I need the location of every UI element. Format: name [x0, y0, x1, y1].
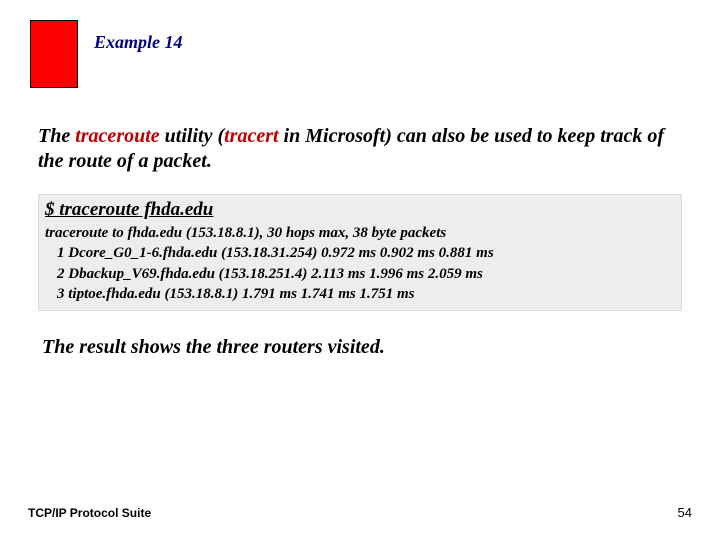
result-paragraph: The result shows the three routers visit… — [42, 336, 682, 359]
command-output-block: $ traceroute fhda.edu traceroute to fhda… — [38, 194, 682, 311]
hop-row: 3 tiptoe.fhda.edu (153.18.8.1) 1.791 ms … — [45, 284, 675, 304]
page-number: 54 — [678, 505, 692, 520]
output-header: traceroute to fhda.edu (153.18.8.1), 30 … — [45, 225, 446, 241]
command-output: traceroute to fhda.edu (153.18.8.1), 30 … — [45, 223, 675, 304]
intro-pre: The — [38, 125, 75, 147]
command-line: $ traceroute fhda.edu — [45, 199, 675, 221]
hop-row: 2 Dbackup_V69.fhda.edu (153.18.251.4) 2.… — [45, 264, 675, 284]
footer-title: TCP/IP Protocol Suite — [28, 506, 151, 520]
example-label: Example 14 — [94, 32, 183, 53]
slide-color-block — [30, 20, 78, 88]
hop-row: 1 Dcore_G0_1-6.fhda.edu (153.18.31.254) … — [45, 243, 675, 263]
intro-mid1: utility ( — [160, 125, 224, 147]
traceroute-keyword: traceroute — [75, 125, 159, 147]
intro-paragraph: The traceroute utility (tracert in Micro… — [38, 124, 678, 174]
tracert-keyword: tracert — [224, 125, 278, 147]
